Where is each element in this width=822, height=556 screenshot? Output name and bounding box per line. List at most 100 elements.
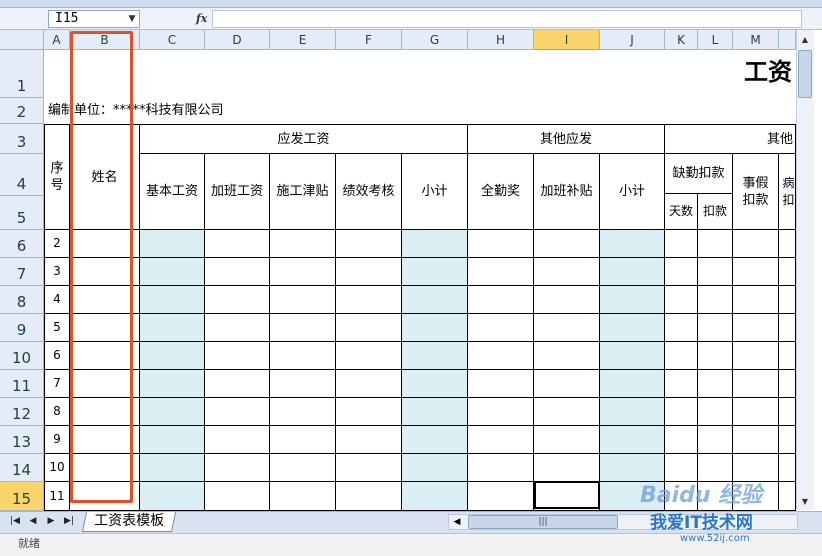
vertical-scroll-thumb[interactable] [798,50,812,98]
table-cell[interactable] [336,426,402,454]
table-cell[interactable] [534,286,600,314]
table-cell[interactable] [733,398,779,426]
row-header-13[interactable]: 13 [0,426,44,454]
column-header-c[interactable]: C [140,30,205,50]
table-cell[interactable] [468,314,534,342]
table-cell[interactable] [665,426,698,454]
table-cell[interactable] [270,454,336,482]
table-cell[interactable] [205,482,270,511]
row-header-2[interactable]: 2 [0,98,44,124]
table-cell[interactable] [336,286,402,314]
table-cell[interactable] [779,454,796,482]
table-cell[interactable] [270,342,336,370]
seq-cell[interactable]: 8 [44,398,70,426]
table-cell[interactable] [270,398,336,426]
table-cell[interactable] [270,286,336,314]
seq-cell[interactable]: 11 [44,482,70,511]
table-cell[interactable] [336,482,402,511]
column-header-m[interactable]: M [733,30,779,50]
table-cell[interactable] [402,398,468,426]
table-cell[interactable] [270,314,336,342]
table-cell[interactable] [468,482,534,511]
name-box-dropdown-icon[interactable]: ▼ [126,12,138,26]
seq-cell[interactable]: 2 [44,230,70,258]
column-header-a[interactable]: A [44,30,70,50]
table-cell[interactable] [205,426,270,454]
table-cell[interactable] [270,482,336,511]
table-cell[interactable] [665,454,698,482]
table-cell[interactable] [468,258,534,286]
table-cell[interactable] [140,342,205,370]
table-cell[interactable] [665,230,698,258]
table-cell[interactable] [698,286,733,314]
table-cell[interactable] [534,230,600,258]
table-cell[interactable] [779,258,796,286]
row-header-11[interactable]: 11 [0,370,44,398]
table-cell[interactable] [205,314,270,342]
row-header-8[interactable]: 8 [0,286,44,314]
column-header-e[interactable]: E [270,30,336,50]
table-cell[interactable] [205,258,270,286]
table-cell[interactable] [698,258,733,286]
table-cell[interactable] [665,398,698,426]
table-cell[interactable] [468,342,534,370]
table-cell[interactable] [205,286,270,314]
table-cell[interactable] [270,258,336,286]
table-cell[interactable] [336,398,402,426]
table-cell[interactable] [270,370,336,398]
table-cell[interactable] [600,230,665,258]
table-cell[interactable] [140,398,205,426]
table-cell[interactable] [140,258,205,286]
scroll-down-icon[interactable]: ▼ [798,494,812,510]
table-cell[interactable] [600,426,665,454]
prev-sheet-icon[interactable]: ◀ [26,513,40,529]
seq-cell[interactable]: 5 [44,314,70,342]
table-cell[interactable] [600,342,665,370]
table-cell[interactable] [600,398,665,426]
table-cell[interactable] [534,454,600,482]
table-cell[interactable] [270,230,336,258]
table-cell[interactable] [402,230,468,258]
column-header-j[interactable]: J [600,30,665,50]
first-sheet-icon[interactable]: |◀ [8,513,22,529]
table-cell[interactable] [600,314,665,342]
seq-cell[interactable]: 4 [44,286,70,314]
table-cell[interactable] [600,454,665,482]
table-cell[interactable] [534,398,600,426]
table-cell[interactable] [779,342,796,370]
table-cell[interactable] [779,426,796,454]
horizontal-scroll-thumb[interactable]: ||| [468,515,618,529]
row-header-12[interactable]: 12 [0,398,44,426]
table-cell[interactable] [205,398,270,426]
table-cell[interactable] [468,286,534,314]
table-cell[interactable] [779,314,796,342]
table-cell[interactable] [336,314,402,342]
table-cell[interactable] [205,370,270,398]
table-cell[interactable] [698,426,733,454]
table-cell[interactable] [336,258,402,286]
table-cell[interactable] [336,230,402,258]
table-cell[interactable] [140,426,205,454]
row-header-9[interactable]: 9 [0,314,44,342]
seq-cell[interactable]: 9 [44,426,70,454]
row-header-7[interactable]: 7 [0,258,44,286]
table-cell[interactable] [270,426,336,454]
scroll-left-icon[interactable]: ◀ [450,514,464,530]
table-cell[interactable] [779,286,796,314]
table-cell[interactable] [733,454,779,482]
row-header-1[interactable]: 1 [0,50,44,98]
table-cell[interactable] [779,398,796,426]
table-cell[interactable] [336,370,402,398]
table-cell[interactable] [402,314,468,342]
table-cell[interactable] [698,454,733,482]
table-cell[interactable] [140,230,205,258]
insert-function-icon[interactable]: fx [196,11,210,27]
table-cell[interactable] [468,398,534,426]
seq-cell[interactable]: 3 [44,258,70,286]
table-cell[interactable] [468,230,534,258]
table-cell[interactable] [140,370,205,398]
table-cell[interactable] [600,258,665,286]
row-header-3[interactable]: 3 [0,124,44,154]
seq-cell[interactable]: 10 [44,454,70,482]
table-cell[interactable] [733,314,779,342]
